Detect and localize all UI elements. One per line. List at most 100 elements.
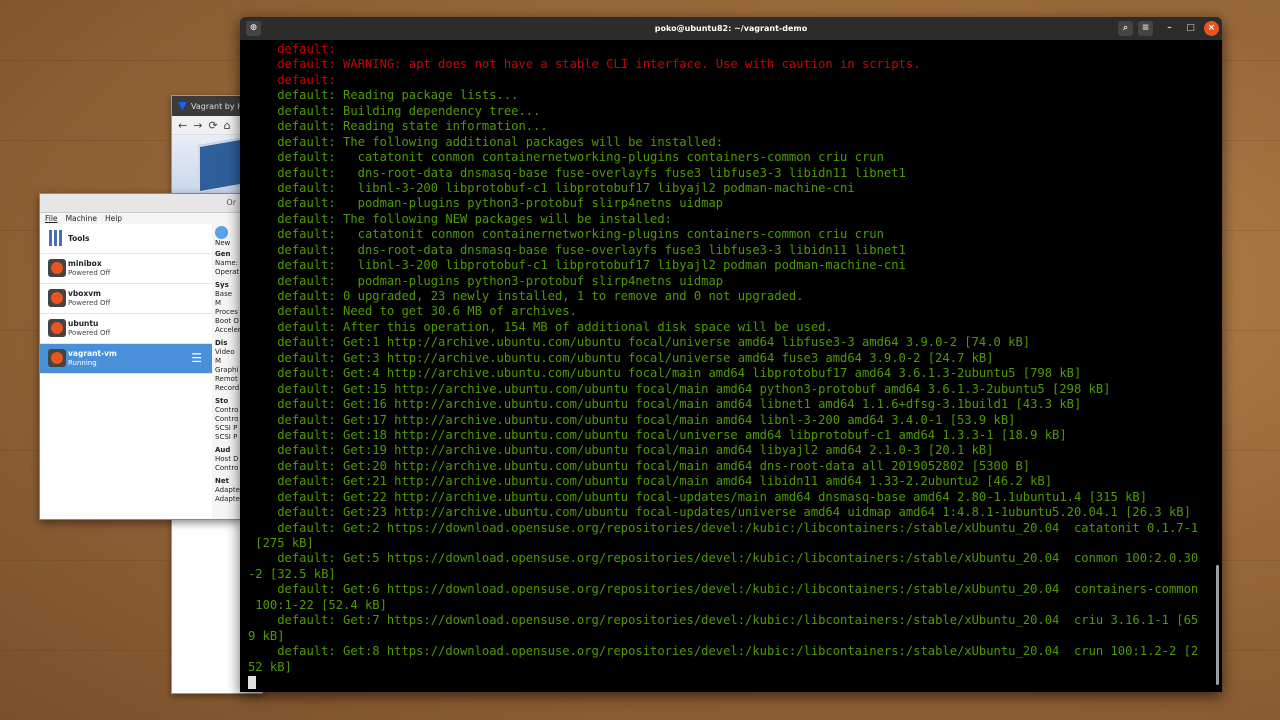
terminal-title: poko@ubuntu82: ~/vagrant-demo	[654, 24, 808, 33]
vm-state: Running	[68, 359, 97, 367]
terminal-line: default: dns-root-data dnsmasq-base fuse…	[248, 242, 906, 257]
terminal-line: default: The following additional packag…	[248, 134, 724, 149]
terminal-line: default: The following NEW packages will…	[248, 211, 672, 226]
vm-item-ubuntu[interactable]: ubuntu Powered Off	[40, 314, 212, 344]
vm-name: ubuntu	[68, 319, 99, 328]
terminal-line: default:	[248, 42, 336, 56]
details-line: Remot	[215, 375, 238, 383]
terminal-line: default: libnl-3-200 libprotobuf-c1 libp…	[248, 258, 906, 273]
terminal-line: default: catatonit conmon containernetwo…	[248, 150, 884, 165]
terminal-line: default: Get:6 https://download.opensuse…	[248, 582, 1199, 597]
terminal-line: default: Reading package lists...	[248, 88, 519, 103]
virtualbox-manager-window[interactable]: Or File Machine Help Tools minibox Power…	[39, 193, 241, 520]
terminal-line: default: Get:15 http://archive.ubuntu.co…	[248, 381, 1111, 396]
vm-item-vboxvm[interactable]: vboxvm Powered Off	[40, 284, 212, 314]
details-line: Video M	[215, 348, 235, 365]
terminal-line: default: Get:21 http://archive.ubuntu.co…	[248, 474, 1053, 489]
details-line: Record	[215, 384, 240, 392]
terminal-line: default: Get:22 http://archive.ubuntu.co…	[248, 489, 1148, 504]
vbox-titlebar[interactable]: Or	[40, 194, 240, 213]
home-icon[interactable]: ⌂	[224, 119, 231, 132]
minimize-icon[interactable]: –	[1162, 21, 1177, 36]
terminal-line: default: Building dependency tree...	[248, 103, 541, 118]
new-vm-button[interactable]: New	[212, 226, 240, 250]
details-line: Operat	[215, 268, 240, 276]
details-section-header: Net	[215, 477, 229, 485]
details-line: Name:	[215, 259, 239, 267]
details-section-header: Gen	[215, 250, 231, 258]
details-line: Contro	[215, 415, 239, 423]
new-label: New	[215, 239, 231, 247]
details-audio: Aud Host D Contro	[212, 446, 240, 473]
vm-name: vagrant-vm	[68, 349, 117, 358]
vagrant-logo-icon	[178, 101, 187, 111]
details-system: Sys Base M Proces Boot O Acceler	[212, 281, 241, 335]
terminal-line: default: Get:19 http://archive.ubuntu.co…	[248, 443, 994, 458]
hamburger-menu-icon[interactable]: ≡	[1138, 21, 1153, 36]
terminal-scrollbar[interactable]	[1216, 565, 1219, 685]
maximize-icon[interactable]: □	[1183, 21, 1198, 36]
details-section-header: Dis	[215, 339, 228, 347]
forward-arrow-icon[interactable]: →	[193, 119, 202, 132]
search-icon[interactable]: ⌕	[1118, 21, 1133, 36]
terminal-line: default: Get:20 http://archive.ubuntu.co…	[248, 458, 1031, 473]
terminal-titlebar[interactable]: ⊕ poko@ubuntu82: ~/vagrant-demo ⌕ ≡ – □ …	[240, 17, 1222, 40]
vm-list: Tools minibox Powered Off vboxvm Powered…	[40, 224, 213, 519]
details-line: SCSI P	[215, 424, 238, 432]
terminal-prompt-line	[248, 675, 1222, 690]
tools-item[interactable]: Tools	[40, 224, 212, 254]
terminal-line: default: Get:16 http://archive.ubuntu.co…	[248, 397, 1082, 412]
terminal-line: default: libnl-3-200 libprotobuf-c1 libp…	[248, 180, 855, 195]
details-line: Host D	[215, 455, 239, 463]
terminal-line: default: Get:17 http://archive.ubuntu.co…	[248, 412, 1016, 427]
terminal-line: default: Get:18 http://archive.ubuntu.co…	[248, 427, 1067, 442]
terminal-output[interactable]: default: default: WARNING: apt does not …	[240, 40, 1222, 692]
terminal-line: default: Reading state information...	[248, 119, 548, 134]
terminal-line: default: Get:23 http://archive.ubuntu.co…	[248, 505, 1191, 520]
menu-help[interactable]: Help	[105, 213, 122, 224]
terminal-line: default:	[248, 72, 336, 87]
terminal-line: default: catatonit conmon containernetwo…	[248, 227, 884, 242]
terminal-line: default: WARNING: apt does not have a st…	[248, 57, 921, 72]
details-line: Graphi	[215, 366, 239, 374]
details-line: Proces	[215, 308, 238, 316]
details-section-header: Sto	[215, 397, 229, 405]
menu-file[interactable]: File	[45, 213, 58, 224]
terminal-line: default: Get:1 http://archive.ubuntu.com…	[248, 335, 1031, 350]
terminal-line: default: Need to get 30.6 MB of archives…	[248, 304, 577, 319]
back-arrow-icon[interactable]: ←	[178, 119, 187, 132]
details-line: Acceler	[215, 326, 241, 334]
details-section-header: Aud	[215, 446, 231, 454]
tools-icon	[49, 230, 63, 246]
vm-item-vagrant-vm[interactable]: vagrant-vm Running ☰	[40, 344, 212, 374]
vm-state: Powered Off	[68, 269, 111, 277]
terminal-line: default: After this operation, 154 MB of…	[248, 319, 833, 334]
details-section-header: Sys	[215, 281, 229, 289]
terminal-line: -2 [32.5 kB]	[248, 566, 336, 581]
vm-name: minibox	[68, 259, 102, 268]
details-display: Dis Video M Graphi Remot Record	[212, 339, 240, 393]
details-line: SCSI P	[215, 433, 238, 441]
details-line: Contro	[215, 406, 239, 414]
terminal-line: 52 kB]	[248, 659, 292, 674]
terminal-line: default: Get:5 https://download.opensuse…	[248, 551, 1199, 566]
ubuntu-os-icon	[48, 259, 66, 277]
terminal-line: default: podman-plugins python3-protobuf…	[248, 196, 724, 211]
details-line: Adapte	[215, 486, 240, 494]
terminal-line: default: 0 upgraded, 23 newly installed,…	[248, 289, 804, 303]
terminal-line: default: podman-plugins python3-protobuf…	[248, 273, 724, 288]
terminal-line: default: Get:2 https://download.opensuse…	[248, 520, 1199, 535]
vm-item-minibox[interactable]: minibox Powered Off	[40, 254, 212, 284]
vbox-title: Or	[226, 198, 236, 207]
details-general: Gen Name: Operat	[212, 250, 240, 277]
details-line: Boot O	[215, 317, 239, 325]
text-cursor	[248, 675, 256, 689]
menu-machine[interactable]: Machine	[66, 213, 97, 224]
terminal-line: default: dns-root-data dnsmasq-base fuse…	[248, 165, 906, 180]
close-icon[interactable]: ×	[1204, 21, 1219, 36]
reload-icon[interactable]: ⟳	[208, 119, 217, 132]
vm-name: vboxvm	[68, 289, 101, 298]
terminal-window[interactable]: ⊕ poko@ubuntu82: ~/vagrant-demo ⌕ ≡ – □ …	[240, 17, 1222, 692]
vm-menu-icon[interactable]: ☰	[191, 352, 202, 364]
details-line: Base M	[215, 290, 233, 307]
